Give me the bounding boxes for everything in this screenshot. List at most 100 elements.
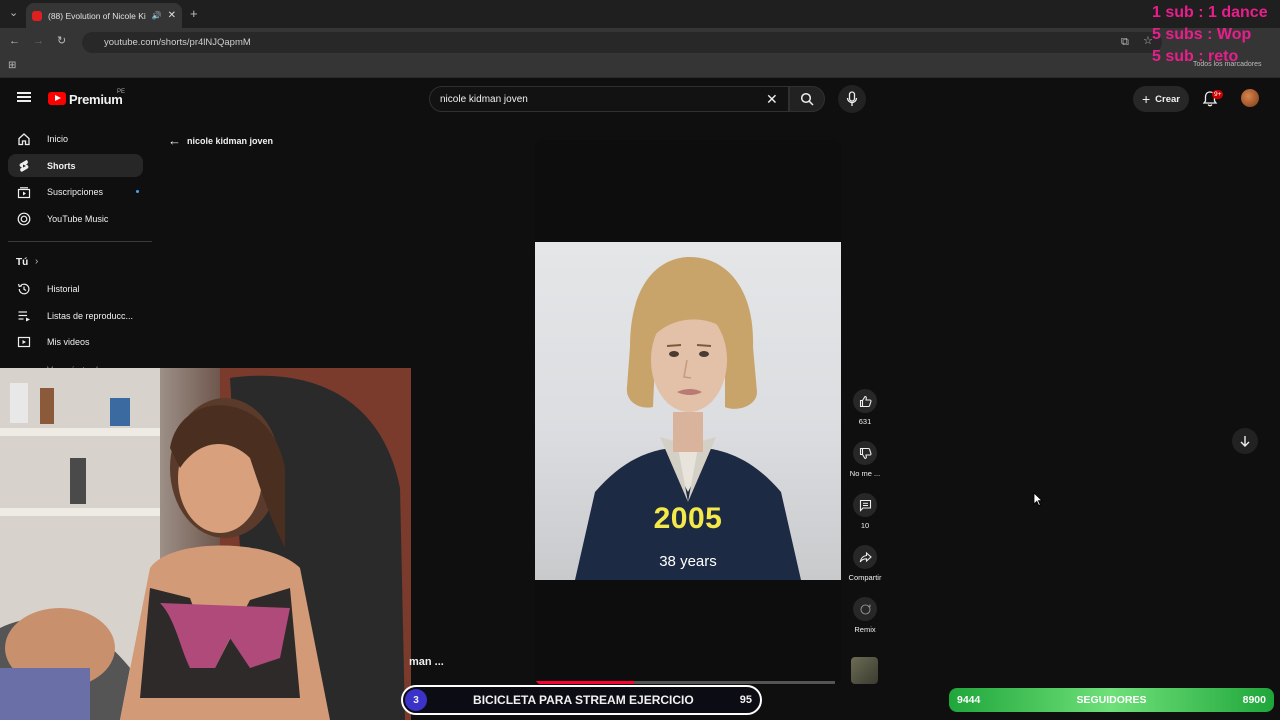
menu-icon[interactable]: [17, 92, 31, 102]
speaker-icon[interactable]: 🔊: [152, 11, 162, 20]
like-count: 631: [858, 417, 872, 426]
tab-list-chevron-icon[interactable]: ⌄: [9, 8, 18, 19]
tab-title: (88) Evolution of Nicole Kid: [48, 10, 146, 21]
back-arrow-icon: ←: [168, 133, 181, 148]
sidebar-item-youtube-music[interactable]: YouTube Music: [8, 207, 143, 230]
sidebar-item-label: Historial: [47, 283, 80, 294]
sidebar-item-label: Listas de reproducc...: [47, 310, 134, 321]
reload-icon[interactable]: ↻: [57, 36, 66, 47]
comment-icon: [853, 493, 877, 517]
sidebar-item-label: Mis videos: [47, 336, 90, 347]
search-button[interactable]: [789, 86, 825, 112]
comments-count: 10: [860, 521, 870, 530]
youtube-logo-icon[interactable]: [48, 92, 66, 105]
webcam-scene-figure: [0, 368, 411, 720]
music-icon: [16, 212, 32, 226]
playlists-icon: [16, 309, 32, 323]
sidebar-divider: [8, 241, 152, 242]
goal-count: 95: [739, 694, 752, 706]
sidebar-item-my-videos[interactable]: Mis videos: [8, 330, 143, 353]
address-bar[interactable]: youtube.com/shorts/pr4lNJQapmM: [82, 32, 1162, 53]
video-letterbox-bottom: [535, 580, 841, 685]
overlay-line: 5 sub : reto: [1152, 48, 1239, 65]
video-progress-bar[interactable]: [535, 681, 835, 684]
sidebar-item-label: YouTube Music: [47, 213, 109, 224]
streamer-webcam: [0, 368, 411, 720]
sidebar-item-home[interactable]: Inicio: [8, 127, 143, 150]
browser-tab-bar: ⌄ (88) Evolution of Nicole Kid 🔊 ✕ +: [0, 0, 1280, 28]
create-button[interactable]: + Crear: [1133, 86, 1189, 112]
url-text: youtube.com/shorts/pr4lNJQapmM: [104, 37, 251, 48]
goal-label: BICICLETA PARA STREAM EJERCICIO: [473, 693, 694, 707]
video-progress-fill: [535, 681, 634, 684]
plus-icon: +: [1141, 91, 1151, 107]
sidebar-item-label: Inicio: [47, 133, 69, 144]
sidebar-item-label: Suscripciones: [47, 186, 104, 197]
video-letterbox-top: [535, 140, 841, 242]
followers-label: SEGUIDORES: [1076, 694, 1147, 706]
sidebar: Inicio Shorts Suscripciones YouTube Musi…: [0, 122, 160, 375]
dislike-button[interactable]: No me ...: [846, 441, 884, 478]
mouse-cursor-icon: [1033, 492, 1043, 506]
arrow-down-icon: [1240, 436, 1250, 447]
comments-button[interactable]: 10: [846, 493, 884, 530]
account-avatar[interactable]: [1241, 89, 1259, 107]
new-content-dot: [136, 190, 139, 193]
followers-current: 9444: [957, 694, 981, 706]
video-title-partial: man ...: [409, 656, 444, 668]
sidebar-item-playlists[interactable]: Listas de reproducc...: [8, 304, 143, 327]
voice-search-button[interactable]: [838, 85, 866, 113]
like-button[interactable]: 631: [846, 389, 884, 426]
dislike-label: No me ...: [849, 469, 881, 478]
shorts-video-player[interactable]: 2005 38 years: [535, 140, 841, 685]
browser-tab[interactable]: (88) Evolution of Nicole Kid 🔊 ✕: [26, 3, 182, 28]
followers-goal-bar: 9444 SEGUIDORES 8900: [949, 688, 1274, 712]
my-videos-icon: [16, 335, 32, 349]
goal-badge: 3: [405, 689, 427, 711]
forward-arrow-icon[interactable]: →: [33, 36, 44, 47]
history-icon: [16, 282, 32, 296]
share-button[interactable]: Compartir: [846, 545, 884, 582]
sidebar-item-history[interactable]: Historial: [8, 277, 143, 300]
thumbs-down-icon: [853, 441, 877, 465]
thumbs-up-icon: [853, 389, 877, 413]
chevron-right-icon[interactable]: ›: [35, 256, 38, 267]
clear-search-icon[interactable]: ✕: [766, 91, 778, 107]
search-input-value: nicole kidman joven: [440, 93, 528, 105]
shorts-icon: [16, 159, 32, 173]
install-app-icon[interactable]: ⧉: [1121, 37, 1129, 48]
tab-close-icon[interactable]: ✕: [168, 10, 176, 21]
microphone-icon: [846, 91, 858, 106]
subscriptions-icon: [16, 185, 32, 199]
notification-badge: 9+: [1212, 90, 1224, 99]
original-sound-thumbnail[interactable]: [851, 657, 878, 684]
share-icon: [853, 545, 877, 569]
browser-toolbar: ← → ↻ youtube.com/shorts/pr4lNJQapmM ⧉ ☆: [0, 28, 1280, 56]
apps-grid-icon[interactable]: ⊞: [8, 61, 16, 71]
bookmarks-bar: ⊞ Todos los marcadores: [0, 56, 1280, 78]
video-caption-age: 38 years: [659, 553, 717, 570]
video-caption-year: 2005: [653, 502, 723, 535]
logo-region: PE: [117, 89, 126, 95]
stream-goal-bar: 3 BICICLETA PARA STREAM EJERCICIO 95: [401, 685, 762, 715]
search-results-back-link[interactable]: ← nicole kidman joven: [168, 133, 273, 148]
sidebar-item-label: Shorts: [47, 160, 76, 171]
you-section-heading[interactable]: Tú: [16, 257, 28, 268]
next-short-button[interactable]: [1232, 428, 1258, 454]
overlay-line: 5 subs : Wop: [1152, 26, 1252, 43]
overlay-line: 1 sub : 1 dance: [1152, 4, 1268, 21]
create-label: Crear: [1155, 93, 1180, 105]
back-arrow-icon[interactable]: ←: [9, 36, 20, 47]
sidebar-item-subscriptions[interactable]: Suscripciones: [8, 180, 143, 203]
home-icon: [16, 132, 32, 146]
sidebar-item-shorts[interactable]: Shorts: [8, 154, 143, 177]
search-icon: [800, 92, 814, 106]
remix-button[interactable]: Remix: [846, 597, 884, 634]
followers-goal: 8900: [1242, 694, 1266, 706]
new-tab-icon[interactable]: +: [190, 7, 198, 20]
remix-label: Remix: [854, 625, 876, 634]
youtube-favicon-icon: [32, 10, 42, 21]
logo-text[interactable]: Premium: [69, 92, 123, 107]
stream-overlay-text: 1 sub : 1 dance 5 subs : Wop 5 sub : ret…: [1152, 2, 1268, 68]
search-input[interactable]: nicole kidman joven: [429, 86, 789, 112]
